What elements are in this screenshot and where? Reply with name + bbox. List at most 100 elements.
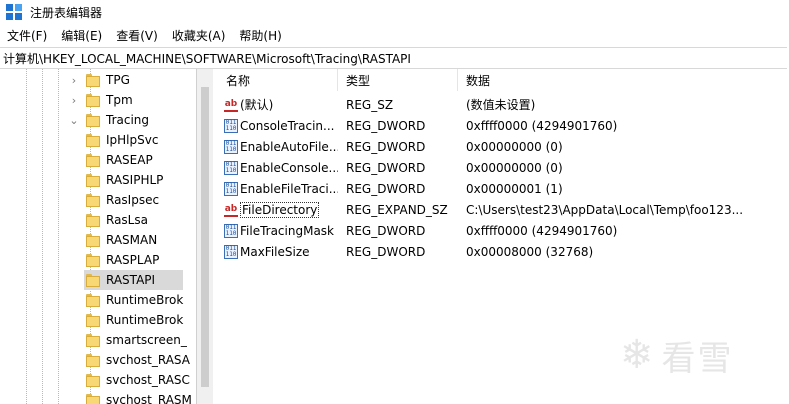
tree-guide-line	[42, 69, 43, 404]
value-name-cell[interactable]: 011 110 ConsoleTracin...	[218, 115, 338, 136]
folder-icon	[86, 173, 100, 187]
tree-item[interactable]: svchost_RASM	[84, 390, 192, 404]
value-name: FileDirectory	[240, 201, 320, 218]
folder-icon	[86, 133, 100, 147]
tree-item[interactable]: IpHlpSvc	[84, 130, 158, 150]
value-type: REG_EXPAND_SZ	[346, 202, 448, 217]
chevron-right-icon[interactable]: ›	[68, 74, 80, 87]
value-type: REG_DWORD	[346, 244, 426, 259]
value-name-cell[interactable]: ab (默认)	[218, 94, 338, 115]
binary-value-icon: 011 110	[224, 181, 238, 196]
value-name: EnableConsole...	[240, 160, 338, 175]
table-row[interactable]: 011 110 EnableFileTraci... REG_DWORD 0x0000…	[218, 178, 789, 199]
chevron-down-icon[interactable]: ⌄	[68, 114, 80, 127]
tree-item-label: RASPLAP	[106, 253, 160, 267]
tree-item-label: RasIpsec	[106, 193, 160, 207]
value-type: REG_DWORD	[346, 181, 426, 196]
tree-item[interactable]: RasIpsec	[84, 190, 159, 210]
window-title: 注册表编辑器	[30, 5, 103, 20]
tree-item-label: svchost_RASC	[106, 373, 190, 387]
folder-icon	[86, 213, 100, 227]
registry-tree: › TPG › Tpm ⌄ Tracing IpHlpSvc RASEAP RASIPHLP Ra…	[0, 69, 196, 404]
table-row[interactable]: 011 110 EnableAutoFile... REG_DWORD 0x00000…	[218, 136, 789, 157]
table-row[interactable]: ab (默认) REG_SZ (数值未设置)	[218, 94, 789, 115]
value-name-cell[interactable]: 011 110 FileTracingMask	[218, 220, 338, 241]
table-row[interactable]: 011 110 FileTracingMask REG_DWORD 0xffff000…	[218, 220, 789, 241]
table-row[interactable]: 011 110 ConsoleTracin... REG_DWORD 0xffff00…	[218, 115, 789, 136]
string-value-icon: ab	[224, 203, 238, 217]
binary-value-icon: 011 110	[224, 160, 238, 175]
value-data: C:\Users\test23\AppData\Local\Temp\foo12…	[466, 202, 744, 217]
value-name-cell[interactable]: 011 110 EnableFileTraci...	[218, 178, 338, 199]
tree-item[interactable]: RASTAPI	[84, 270, 184, 290]
tree-item[interactable]: RASEAP	[84, 150, 153, 170]
column-header-name[interactable]: 名称	[218, 69, 338, 91]
tree-item[interactable]: RuntimeBrok	[84, 290, 183, 310]
table-row[interactable]: 011 110 EnableConsole... REG_DWORD 0x000000…	[218, 157, 789, 178]
binary-value-icon: 011 110	[224, 139, 238, 154]
tree-item-label: RASIPHLP	[106, 173, 164, 187]
tree-item-label: IpHlpSvc	[106, 133, 159, 147]
folder-icon	[86, 393, 100, 404]
string-value-icon: ab	[224, 98, 238, 112]
folder-icon	[86, 313, 100, 327]
regedit-icon	[6, 4, 22, 20]
value-name-cell[interactable]: 011 110 EnableAutoFile...	[218, 136, 338, 157]
value-name: EnableAutoFile...	[240, 139, 338, 154]
tree-item[interactable]: smartscreen_	[84, 330, 187, 350]
folder-icon	[86, 93, 100, 107]
tree-item-label: svchost_RASA	[106, 353, 190, 367]
table-row[interactable]: ab FileDirectory REG_EXPAND_SZ C:\Users\tes…	[218, 199, 789, 220]
tree-item-label: RASTAPI	[106, 273, 156, 287]
column-header-data[interactable]: 数据	[458, 69, 789, 91]
tree-item[interactable]: RASPLAP	[84, 250, 159, 270]
value-name: ConsoleTracin...	[240, 118, 335, 133]
folder-icon	[86, 253, 100, 267]
address-bar[interactable]: 计算机\HKEY_LOCAL_MACHINE\SOFTWARE\Microsof…	[0, 47, 787, 69]
value-data: 0x00008000 (32768)	[466, 244, 594, 259]
tree-item-label: RuntimeBrok	[106, 293, 184, 307]
tree-item[interactable]: svchost_RASA	[84, 350, 190, 370]
menu-view[interactable]: 查看(V)	[109, 27, 165, 44]
tree-scrollbar[interactable]	[197, 69, 213, 404]
column-header-type[interactable]: 类型	[338, 69, 458, 91]
value-data: 0xffff0000 (4294901760)	[466, 223, 618, 238]
tree-guide-line	[26, 69, 27, 404]
tree-item[interactable]: RuntimeBrok	[84, 310, 183, 330]
address-path[interactable]: 计算机\HKEY_LOCAL_MACHINE\SOFTWARE\Microsof…	[0, 50, 411, 67]
value-data: 0x00000001 (1)	[466, 181, 563, 196]
value-data: 0x00000000 (0)	[466, 139, 563, 154]
binary-value-icon: 011 110	[224, 118, 238, 133]
tree-item-label: RASEAP	[106, 153, 153, 167]
watermark-text: 看雪	[661, 338, 734, 379]
tree-item-label: TPG	[106, 73, 130, 87]
value-type: REG_DWORD	[346, 160, 426, 175]
table-row[interactable]: 011 110 MaxFileSize REG_DWORD 0x00008000 (3…	[218, 241, 789, 262]
menu-help[interactable]: 帮助(H)	[232, 27, 288, 44]
value-name-cell[interactable]: 011 110 MaxFileSize	[218, 241, 338, 262]
menu-favorites[interactable]: 收藏夹(A)	[165, 27, 233, 44]
folder-icon	[86, 273, 100, 287]
value-type: REG_DWORD	[346, 139, 426, 154]
chevron-right-icon[interactable]: ›	[68, 94, 80, 107]
tree-item-label: Tracing	[106, 113, 150, 127]
tree-item[interactable]: ⌄ Tracing	[68, 110, 149, 130]
tree-item-label: Tpm	[106, 93, 133, 107]
menu-edit[interactable]: 编辑(E)	[54, 27, 109, 44]
tree-item[interactable]: svchost_RASC	[84, 370, 190, 390]
title-bar: 注册表编辑器	[0, 0, 789, 24]
tree-item[interactable]: RASMAN	[84, 230, 157, 250]
binary-value-icon: 011 110	[224, 223, 238, 238]
value-name-cell[interactable]: ab FileDirectory	[218, 199, 338, 220]
menu-file[interactable]: 文件(F)	[0, 27, 54, 44]
tree-item[interactable]: › TPG	[68, 70, 130, 90]
binary-value-icon: 011 110	[224, 244, 238, 259]
tree-item[interactable]: › Tpm	[68, 90, 133, 110]
tree-item[interactable]: RASIPHLP	[84, 170, 163, 190]
folder-icon	[86, 353, 100, 367]
tree-item-label: svchost_RASM	[106, 393, 192, 404]
value-name: EnableFileTraci...	[240, 181, 338, 196]
tree-scrollbar-thumb[interactable]	[201, 87, 209, 387]
tree-item[interactable]: RasLsa	[84, 210, 148, 230]
value-name-cell[interactable]: 011 110 EnableConsole...	[218, 157, 338, 178]
